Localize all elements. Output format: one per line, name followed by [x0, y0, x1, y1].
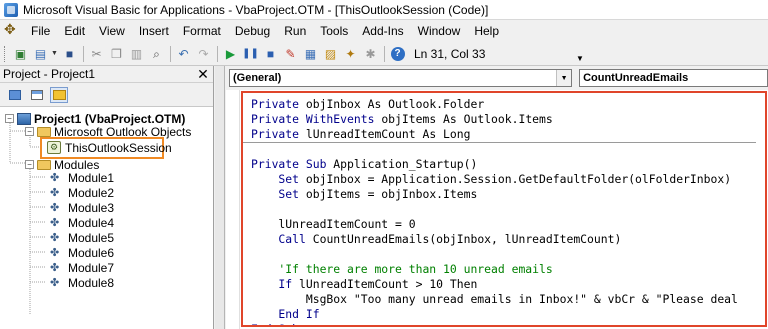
tree-item-module1[interactable]: ✤ Module1: [50, 170, 114, 185]
code-editor[interactable]: Private objInbox As Outlook.Folder Privat…: [226, 90, 768, 329]
object-dropdown-value: (General): [233, 72, 282, 84]
run-icon[interactable]: ▶: [221, 45, 240, 63]
chevron-down-icon[interactable]: ▼: [556, 70, 572, 86]
tree-item-module8[interactable]: ✤ Module8: [50, 275, 114, 290]
toolbar-divider: [83, 45, 84, 62]
standard-toolbar: ▣ ▤ ▼ ■ ✂ ❐ ▥ ⌕ ↶ ↷ ▶ ❚❚ ■ ✎ ▦ ▨ ✦ ✱ ? L…: [0, 42, 768, 66]
tree-item-module7[interactable]: ✤ Module7: [50, 260, 114, 275]
collapse-icon[interactable]: −: [5, 114, 14, 123]
session-label: ThisOutlookSession: [65, 140, 172, 155]
menu-help[interactable]: Help: [467, 21, 506, 41]
view-object-button[interactable]: [28, 87, 46, 103]
toggle-folders-button[interactable]: [50, 86, 68, 103]
window-title: Microsoft Visual Basic for Applications …: [23, 2, 489, 17]
object-dropdown[interactable]: (General) ▼: [229, 69, 573, 87]
module-icon: ✤: [50, 171, 60, 184]
module-label: Module1: [68, 170, 115, 185]
code-window: (General) ▼ CountUnreadEmails Private ob…: [226, 66, 768, 329]
menu-window[interactable]: Window: [411, 21, 468, 41]
project-tree: − Project1 (VbaProject.OTM) − Microsoft …: [0, 107, 213, 329]
module-icon: ✤: [50, 261, 60, 274]
menu-view[interactable]: View: [92, 21, 132, 41]
toolbar-divider: [170, 45, 171, 62]
code-gutter[interactable]: [226, 90, 240, 329]
tree-item-module5[interactable]: ✤ Module5: [50, 230, 114, 245]
module-label: Module4: [68, 215, 115, 230]
view-code-button[interactable]: [6, 87, 24, 103]
title-bar: Microsoft Visual Basic for Applications …: [0, 0, 768, 20]
vba-app-icon: [4, 2, 18, 17]
toolbar-divider: [217, 45, 218, 62]
copy-icon[interactable]: ❐: [107, 45, 126, 63]
menu-grip-icon[interactable]: [4, 21, 18, 39]
module-label: Module7: [68, 260, 115, 275]
project-explorer-icon[interactable]: ▦: [301, 45, 320, 63]
menu-tools[interactable]: Tools: [313, 21, 355, 41]
project-pane-toolbar: [0, 83, 213, 107]
code-combo-row: (General) ▼ CountUnreadEmails: [226, 66, 768, 90]
procedure-dropdown[interactable]: CountUnreadEmails: [579, 69, 768, 87]
project-pane-title: Project - Project1: [3, 67, 96, 81]
reset-icon[interactable]: ■: [261, 45, 280, 63]
module-icon: ✤: [50, 276, 60, 289]
collapse-icon[interactable]: −: [25, 160, 34, 169]
tree-item-module2[interactable]: ✤ Module2: [50, 185, 114, 200]
module-icon: ✤: [50, 231, 60, 244]
insert-dropdown-icon[interactable]: ▼: [51, 50, 58, 57]
close-icon[interactable]: ✕: [196, 67, 210, 81]
menu-file[interactable]: File: [24, 21, 57, 41]
insert-form-icon[interactable]: ▤: [31, 45, 50, 63]
module-label: Module8: [68, 275, 115, 290]
cursor-position: Ln 31, Col 33: [414, 46, 486, 61]
project-explorer: Project - Project1 ✕ − Project1 (VbaProj…: [0, 66, 214, 329]
menu-insert[interactable]: Insert: [132, 21, 176, 41]
folder-icon: [52, 89, 66, 100]
project-icon: [17, 112, 31, 125]
redo-icon[interactable]: ↷: [194, 45, 213, 63]
procedure-dropdown-value: CountUnreadEmails: [583, 72, 689, 84]
tree-item-module6[interactable]: ✤ Module6: [50, 245, 114, 260]
object-browser-icon[interactable]: ✦: [341, 45, 360, 63]
undo-icon[interactable]: ↶: [174, 45, 193, 63]
folder-icon: [37, 159, 51, 170]
module-icon: ✤: [50, 216, 60, 229]
module-label: Module6: [68, 245, 115, 260]
tree-item-module3[interactable]: ✤ Module3: [50, 200, 114, 215]
break-icon[interactable]: ❚❚: [241, 45, 260, 63]
module-icon: ✤: [50, 186, 60, 199]
toolbox-icon[interactable]: ✱: [361, 45, 380, 63]
menu-add-ins[interactable]: Add-Ins: [355, 21, 410, 41]
module-label: Module2: [68, 185, 115, 200]
view-object-icon: [31, 89, 43, 100]
help-icon[interactable]: ?: [388, 45, 407, 63]
tree-item-module4[interactable]: ✤ Module4: [50, 215, 114, 230]
properties-icon[interactable]: ▨: [321, 45, 340, 63]
menu-edit[interactable]: Edit: [57, 21, 92, 41]
tree-item-this-outlook-session[interactable]: ⚙ ThisOutlookSession: [47, 140, 172, 155]
toolbar-divider: [384, 45, 385, 62]
code-highlight-box: [241, 91, 767, 327]
toolbar-options-icon[interactable]: ▼: [576, 45, 586, 63]
toolbar-grip[interactable]: [4, 45, 7, 62]
menu-bar: File Edit View Insert Format Debug Run T…: [0, 20, 768, 42]
folder-icon: [37, 126, 51, 137]
find-icon[interactable]: ⌕: [147, 45, 166, 63]
module-icon: ✤: [50, 201, 60, 214]
module-label: Module5: [68, 230, 115, 245]
module-icon: ✤: [50, 246, 60, 259]
module-label: Module3: [68, 200, 115, 215]
project-pane-header: Project - Project1 ✕: [0, 66, 213, 83]
view-code-icon: [9, 89, 21, 100]
menu-debug[interactable]: Debug: [228, 21, 277, 41]
collapse-icon[interactable]: −: [25, 127, 34, 136]
paste-icon[interactable]: ▥: [127, 45, 146, 63]
pane-splitter-scrollbar[interactable]: [215, 66, 225, 329]
save-icon[interactable]: ■: [60, 45, 79, 63]
cut-icon[interactable]: ✂: [87, 45, 106, 63]
menu-run[interactable]: Run: [277, 21, 313, 41]
class-module-icon: ⚙: [47, 141, 61, 154]
menu-format[interactable]: Format: [176, 21, 228, 41]
vba-editor-icon[interactable]: ▣: [11, 45, 30, 63]
design-mode-icon[interactable]: ✎: [281, 45, 300, 63]
